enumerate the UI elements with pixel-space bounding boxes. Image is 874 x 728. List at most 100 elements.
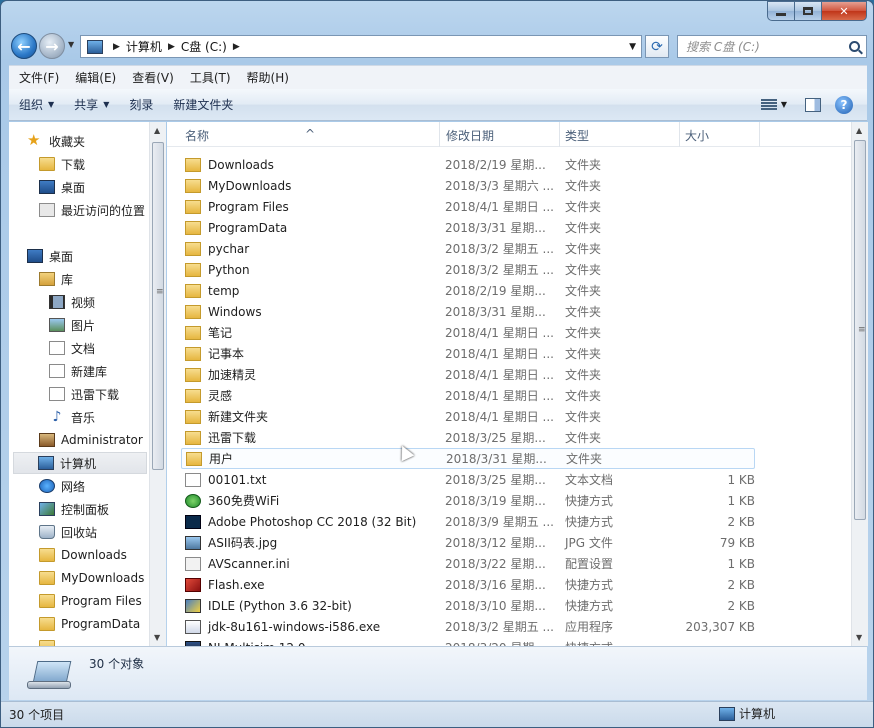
- nav-folder-program-files[interactable]: Program Files: [39, 590, 142, 612]
- breadcrumb-computer[interactable]: 计算机: [126, 38, 162, 55]
- close-button[interactable]: ✕: [821, 1, 867, 21]
- menu-file[interactable]: 文件(F): [11, 69, 67, 86]
- file-date: 2018/4/1 星期日 ...: [445, 200, 554, 214]
- column-divider[interactable]: [439, 122, 440, 147]
- status-bar: 30 个项目 计算机: [1, 701, 873, 727]
- file-row[interactable]: ProgramData 2018/3/31 星期... 文件夹: [181, 217, 755, 238]
- file-type: 文件夹: [565, 179, 602, 193]
- scrollbar-thumb[interactable]: ≡: [854, 140, 866, 520]
- search-input[interactable]: [686, 39, 846, 54]
- refresh-button[interactable]: ⟳: [645, 35, 669, 58]
- file-row[interactable]: Adobe Photoshop CC 2018 (32 Bit) 2018/3/9…: [181, 511, 755, 532]
- file-row[interactable]: 360免费WiFi 2018/3/19 星期... 快捷方式 1 KB: [181, 490, 755, 511]
- file-row[interactable]: pychar 2018/3/2 星期五 ... 文件夹: [181, 238, 755, 259]
- change-view-icon[interactable]: [760, 98, 777, 111]
- navigation-scrollbar[interactable]: ▲ ≡ ▼: [149, 122, 166, 646]
- file-list-scrollbar[interactable]: ▲ ≡ ▼: [851, 122, 868, 646]
- file-name: Downloads: [208, 157, 274, 172]
- column-date[interactable]: 修改日期: [446, 127, 494, 144]
- file-row[interactable]: 记事本 2018/4/1 星期日 ... 文件夹: [181, 343, 755, 364]
- share-button[interactable]: 共享 ▼: [64, 89, 119, 120]
- menu-help[interactable]: 帮助(H): [239, 69, 297, 86]
- file-type: 文件夹: [565, 305, 602, 319]
- column-divider[interactable]: [759, 122, 760, 147]
- address-bar[interactable]: ▶ 计算机 ▶ C盘 (C:) ▶ ▼: [80, 35, 642, 58]
- back-button[interactable]: ←: [11, 33, 37, 59]
- search-icon[interactable]: [849, 41, 860, 52]
- file-row[interactable]: Flash.exe 2018/3/16 星期... 快捷方式 2 KB: [181, 574, 755, 595]
- file-row[interactable]: jdk-8u161-windows-i586.exe 2018/3/2 星期五 .…: [181, 616, 755, 637]
- maximize-button[interactable]: [794, 1, 821, 21]
- nav-xunlei-download[interactable]: 迅雷下载: [49, 383, 119, 405]
- nav-control-panel[interactable]: 控制面板: [39, 498, 109, 520]
- column-size[interactable]: 大小: [685, 127, 709, 144]
- file-row[interactable]: 迅雷下载 2018/3/25 星期... 文件夹: [181, 427, 755, 448]
- nav-favorites[interactable]: ★ 收藏夹: [27, 130, 85, 152]
- file-row[interactable]: Python 2018/3/2 星期五 ... 文件夹: [181, 259, 755, 280]
- nav-folder-downloads[interactable]: Downloads: [39, 544, 127, 566]
- nav-desktop[interactable]: 桌面: [27, 245, 73, 267]
- nav-music[interactable]: ♪ 音乐: [49, 406, 95, 428]
- nav-documents[interactable]: 文档: [49, 337, 95, 359]
- search-box[interactable]: [677, 35, 867, 58]
- nav-folder-programdata[interactable]: ProgramData: [39, 613, 140, 635]
- help-icon[interactable]: ?: [835, 95, 853, 114]
- file-row[interactable]: 新建文件夹 2018/4/1 星期日 ... 文件夹: [181, 406, 755, 427]
- nav-folder-partial[interactable]: [39, 636, 61, 646]
- nav-desktop-favorite[interactable]: 桌面: [39, 176, 85, 198]
- column-divider[interactable]: [559, 122, 560, 147]
- nav-videos[interactable]: 视频: [49, 291, 95, 313]
- menu-tools[interactable]: 工具(T): [182, 69, 239, 86]
- menu-edit[interactable]: 编辑(E): [67, 69, 124, 86]
- file-row[interactable]: 灵感 2018/4/1 星期日 ... 文件夹: [181, 385, 755, 406]
- file-row[interactable]: Windows 2018/3/31 星期... 文件夹: [181, 301, 755, 322]
- column-divider[interactable]: [679, 122, 680, 147]
- scroll-down-icon[interactable]: ▼: [154, 633, 160, 642]
- file-row[interactable]: Program Files 2018/4/1 星期日 ... 文件夹: [181, 196, 755, 217]
- file-row[interactable]: 加速精灵 2018/4/1 星期日 ... 文件夹: [181, 364, 755, 385]
- scroll-up-icon[interactable]: ▲: [856, 126, 862, 135]
- scrollbar-thumb[interactable]: ≡: [152, 142, 164, 470]
- column-name[interactable]: 名称: [185, 127, 209, 144]
- breadcrumb-separator[interactable]: ▶: [168, 42, 175, 52]
- nav-recent-places[interactable]: 最近访问的位置: [39, 199, 145, 221]
- nav-administrator[interactable]: Administrator: [39, 429, 143, 451]
- menu-view[interactable]: 查看(V): [124, 69, 182, 86]
- breadcrumb-separator[interactable]: ▶: [113, 42, 120, 52]
- nav-network[interactable]: 网络: [39, 475, 85, 497]
- burn-button[interactable]: 刻录: [119, 89, 163, 120]
- forward-button[interactable]: →: [39, 33, 65, 59]
- breadcrumb-separator[interactable]: ▶: [233, 42, 240, 52]
- file-row[interactable]: AVScanner.ini 2018/3/22 星期... 配置设置 1 KB: [181, 553, 755, 574]
- grip-icon: ≡: [858, 325, 866, 335]
- file-row[interactable]: 00101.txt 2018/3/25 星期... 文本文档 1 KB: [181, 469, 755, 490]
- recent-pages-dropdown[interactable]: ▼: [68, 40, 74, 49]
- chevron-down-icon[interactable]: ▼: [781, 100, 787, 109]
- file-row[interactable]: Downloads 2018/2/19 星期... 文件夹: [181, 154, 755, 175]
- file-row[interactable]: 笔记 2018/4/1 星期日 ... 文件夹: [181, 322, 755, 343]
- organize-button[interactable]: 组织 ▼: [9, 89, 64, 120]
- nav-recycle-bin[interactable]: 回收站: [39, 521, 97, 543]
- address-dropdown-icon[interactable]: ▼: [629, 42, 636, 52]
- minimize-button[interactable]: [767, 1, 794, 21]
- file-row[interactable]: IDLE (Python 3.6 32-bit) 2018/3/10 星期... 快…: [181, 595, 755, 616]
- breadcrumb-c-drive[interactable]: C盘 (C:): [181, 38, 227, 55]
- file-row[interactable]: ASII码表.jpg 2018/3/12 星期... JPG 文件 79 KB: [181, 532, 755, 553]
- file-row[interactable]: MyDownloads 2018/3/3 星期六 ... 文件夹: [181, 175, 755, 196]
- column-type[interactable]: 类型: [565, 127, 589, 144]
- folder-icon: [185, 409, 201, 424]
- nav-computer[interactable]: 计算机: [13, 452, 147, 474]
- new-folder-button[interactable]: 新建文件夹: [163, 89, 243, 120]
- nav-pictures[interactable]: 图片: [49, 314, 95, 336]
- nav-downloads[interactable]: 下载: [39, 153, 85, 175]
- nav-new-library[interactable]: 新建库: [49, 360, 107, 382]
- file-row[interactable]: NI Multisim 12.02018/3/20 星期...快捷方式: [181, 637, 755, 646]
- file-row[interactable]: temp 2018/2/19 星期... 文件夹: [181, 280, 755, 301]
- nav-folder-mydownloads[interactable]: MyDownloads: [39, 567, 144, 589]
- scroll-down-icon[interactable]: ▼: [856, 633, 862, 642]
- scroll-up-icon[interactable]: ▲: [154, 126, 160, 135]
- preview-pane-icon[interactable]: [805, 97, 821, 112]
- file-name: 加速精灵: [208, 368, 257, 382]
- file-row[interactable]: 用户 2018/3/31 星期... 文件夹: [181, 448, 755, 469]
- nav-library[interactable]: 库: [39, 268, 73, 290]
